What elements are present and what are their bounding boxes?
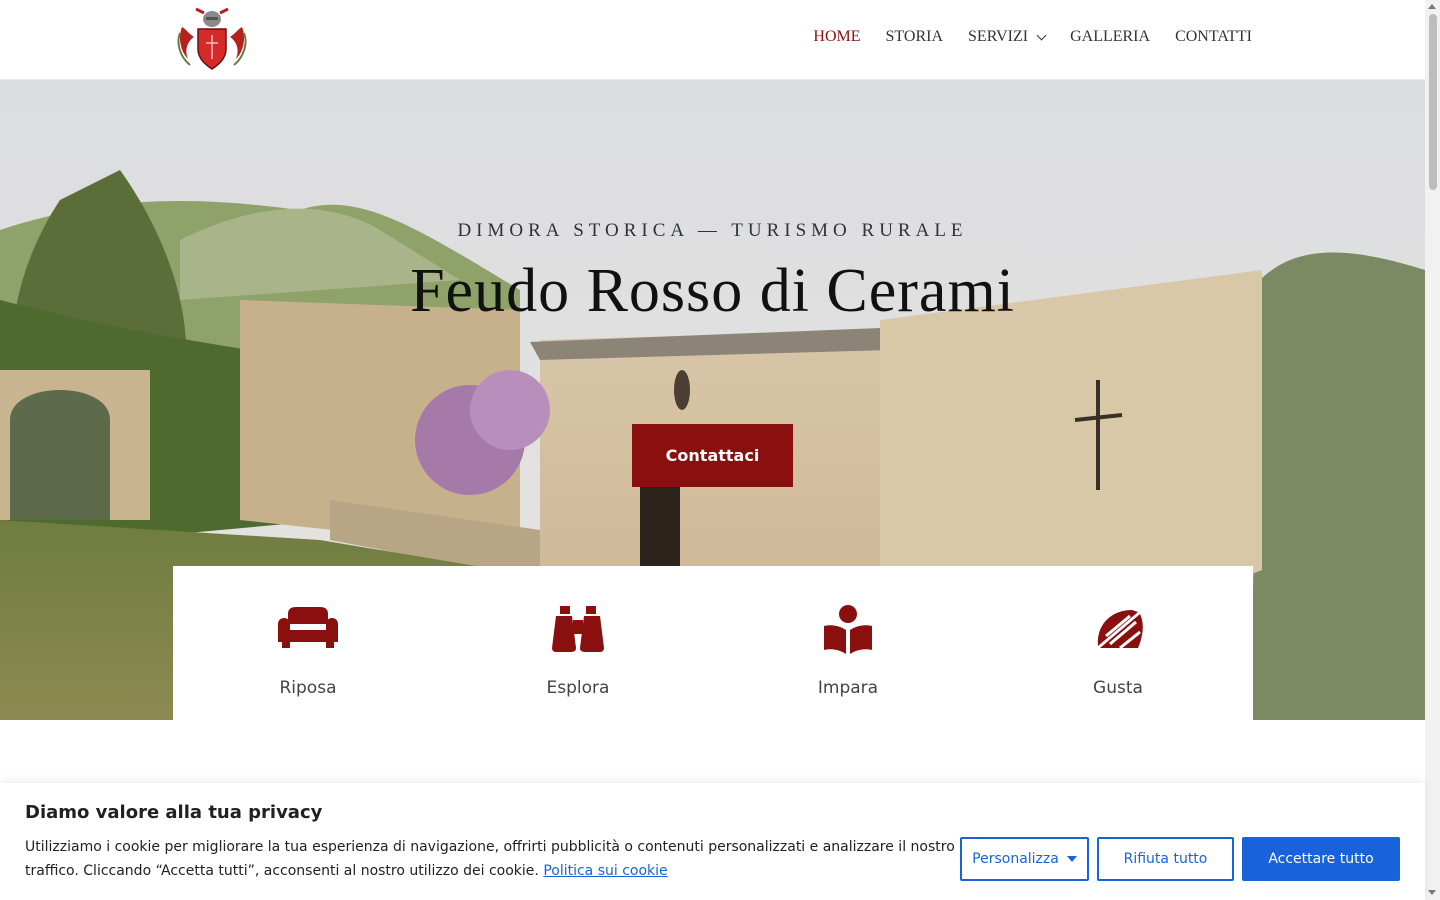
reject-all-button[interactable]: Rifiuta tutto (1097, 837, 1234, 881)
nav-storia[interactable]: STORIA (886, 28, 944, 46)
contact-button[interactable]: Contattaci (632, 424, 793, 487)
pizza-slice-icon (1097, 610, 1143, 650)
feature-gusta[interactable]: Gusta (983, 566, 1253, 720)
cookie-consent-banner: Diamo valore alla tua privacy Utilizziam… (0, 783, 1425, 900)
feature-label: Impara (817, 678, 879, 698)
features-panel: Riposa Esplora Impara Gusta (173, 566, 1253, 720)
nav-contatti-label: CONTATTI (1175, 28, 1252, 45)
feature-riposa[interactable]: Riposa (173, 566, 443, 720)
accept-all-button[interactable]: Accettare tutto (1242, 837, 1400, 881)
scroll-down-arrow-icon[interactable] (1428, 890, 1436, 895)
nav-servizi-label: SERVIZI (968, 28, 1029, 45)
scroll-up-arrow-icon[interactable] (1428, 4, 1436, 9)
chevron-down-icon (1036, 30, 1047, 40)
main-nav: HOME STORIA SERVIZI GALLERIA CONTATTI (813, 28, 1252, 46)
cookie-title: Diamo valore alla tua privacy (25, 802, 323, 823)
cookie-description: Utilizziamo i cookie per migliorare la t… (25, 839, 955, 879)
hero-subtitle: DIMORA STORICA — TURISMO RURALE (457, 220, 968, 241)
reading-icon (824, 605, 872, 654)
hero-title: Feudo Rosso di Cerami (410, 257, 1015, 325)
nav-servizi[interactable]: SERVIZI (968, 28, 1047, 46)
feature-label: Esplora (546, 678, 610, 698)
cookie-text: Utilizziamo i cookie per migliorare la t… (25, 835, 955, 883)
page-scrollbar[interactable] (1425, 0, 1440, 900)
scroll-thumb[interactable] (1429, 14, 1437, 190)
cookie-policy-link[interactable]: Politica sui cookie (543, 863, 667, 879)
nav-storia-label: STORIA (885, 28, 944, 45)
nav-home[interactable]: HOME (813, 28, 860, 46)
nav-galleria[interactable]: GALLERIA (1070, 28, 1150, 46)
coat-of-arms-logo[interactable] (176, 7, 248, 73)
caret-down-icon (1066, 856, 1077, 862)
feature-label: Gusta (1093, 678, 1143, 698)
customize-button[interactable]: Personalizza (960, 837, 1089, 881)
nav-contatti[interactable]: CONTATTI (1175, 28, 1252, 46)
site-header: HOME STORIA SERVIZI GALLERIA CONTATTI (0, 0, 1425, 80)
sofa-icon (278, 607, 338, 648)
feature-label: Riposa (279, 678, 337, 698)
feature-esplora[interactable]: Esplora (443, 566, 713, 720)
binoculars-icon (552, 606, 604, 652)
feature-impara[interactable]: Impara (713, 566, 983, 720)
nav-home-label: HOME (813, 28, 861, 45)
customize-label: Personalizza (972, 851, 1059, 867)
nav-galleria-label: GALLERIA (1070, 28, 1151, 45)
